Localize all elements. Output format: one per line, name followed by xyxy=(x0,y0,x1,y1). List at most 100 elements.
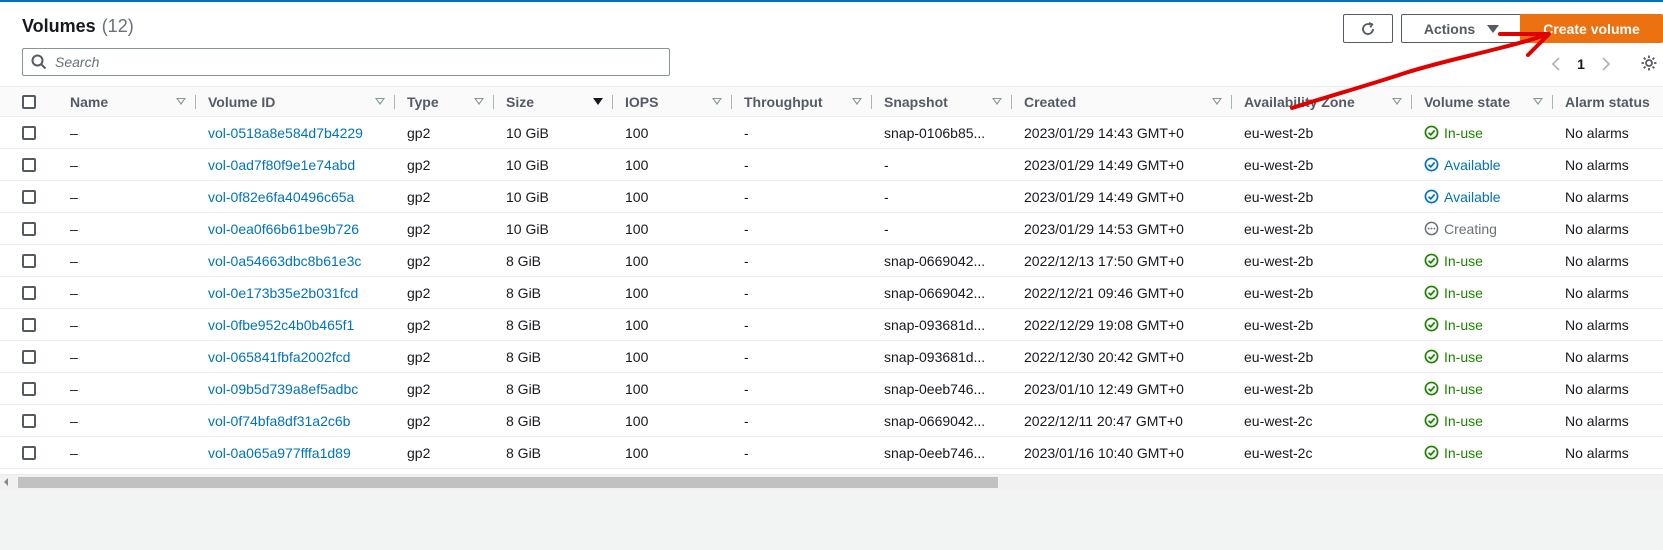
pagination: 1 xyxy=(1544,53,1618,75)
sort-icon xyxy=(1533,98,1543,105)
availability-zone: eu-west-2b xyxy=(1244,316,1314,333)
volume-id-link[interactable]: vol-0fbe952c4b0b465f1 xyxy=(208,317,354,333)
row-checkbox[interactable] xyxy=(22,413,36,428)
volume-created: 2022/12/11 20:47 GMT+0 xyxy=(1024,412,1183,429)
volume-name: – xyxy=(70,316,78,333)
volume-throughput: - xyxy=(744,412,749,429)
volume-count: (12) xyxy=(101,16,134,36)
row-checkbox[interactable] xyxy=(22,221,36,236)
column-header-size[interactable]: Size xyxy=(494,86,613,117)
table-row[interactable]: – vol-0f82e6fa40496c65a gp2 10 GiB 100 - - 2023… xyxy=(0,180,1663,213)
volume-state: In-use xyxy=(1424,253,1483,269)
scroll-left-arrow-icon[interactable] xyxy=(4,478,8,486)
availability-zone: eu-west-2b xyxy=(1244,380,1314,397)
volume-id-link[interactable]: vol-0e173b35e2b031fcd xyxy=(208,285,358,301)
alarm-status: No alarms xyxy=(1565,316,1629,333)
volume-id-link[interactable]: vol-0f74bfa8df31a2c6b xyxy=(208,413,350,429)
row-checkbox[interactable] xyxy=(22,189,36,204)
row-checkbox[interactable] xyxy=(22,125,36,140)
current-page[interactable]: 1 xyxy=(1568,56,1594,72)
volume-size: 8 GiB xyxy=(506,444,542,461)
column-header-iops[interactable]: IOPS xyxy=(613,86,732,117)
search-input[interactable] xyxy=(55,50,655,74)
table-header-row: Name Volume ID Type Size IOPS Throughput… xyxy=(0,86,1663,117)
volume-id-link[interactable]: vol-0a065a977fffa1d89 xyxy=(208,445,351,461)
select-all-checkbox[interactable] xyxy=(22,94,36,109)
volume-throughput: - xyxy=(744,156,749,173)
refresh-button[interactable] xyxy=(1343,14,1393,43)
column-header-alarm-status[interactable]: Alarm status xyxy=(1553,86,1663,117)
table-row[interactable]: – vol-09b5d739a8ef5adbc gp2 8 GiB 100 - snap-0… xyxy=(0,372,1663,405)
volume-type: gp2 xyxy=(407,284,431,301)
volume-size: 8 GiB xyxy=(506,380,542,397)
volume-snapshot: snap-0669042... xyxy=(884,252,986,269)
table-row[interactable]: – vol-0518a8e584d7b4229 gp2 10 GiB 100 - snap-… xyxy=(0,116,1663,149)
volume-type: gp2 xyxy=(407,220,431,237)
search-box[interactable] xyxy=(22,48,670,76)
table-row[interactable]: – vol-065841fbfa2002fcd gp2 8 GiB 100 - snap-0… xyxy=(0,340,1663,373)
volume-state: In-use xyxy=(1424,285,1483,301)
volume-name: – xyxy=(70,348,78,365)
volume-id-link[interactable]: vol-0f82e6fa40496c65a xyxy=(208,189,354,205)
page-title: Volumes xyxy=(22,16,96,36)
volume-id-link[interactable]: vol-065841fbfa2002fcd xyxy=(208,349,350,365)
caret-down-icon xyxy=(1487,24,1500,33)
row-checkbox[interactable] xyxy=(22,157,36,172)
volume-type: gp2 xyxy=(407,316,431,333)
table-row[interactable]: – vol-0e173b35e2b031fcd gp2 8 GiB 100 - snap-0… xyxy=(0,276,1663,309)
volume-snapshot: snap-0669042... xyxy=(884,412,986,429)
volume-state-label: In-use xyxy=(1444,284,1483,301)
column-header-created[interactable]: Created xyxy=(1012,86,1232,117)
volume-snapshot: - xyxy=(884,220,889,237)
volume-id-link[interactable]: vol-0ea0f66b61be9b726 xyxy=(208,221,359,237)
volume-state: Available xyxy=(1424,189,1501,205)
volume-id-link[interactable]: vol-0ad7f80f9e1e74abd xyxy=(208,157,355,173)
availability-zone: eu-west-2b xyxy=(1244,348,1314,365)
preferences-button[interactable] xyxy=(1638,52,1660,74)
volume-snapshot: snap-0eeb746... xyxy=(884,380,986,397)
scrollbar-thumb[interactable] xyxy=(18,477,998,488)
sort-icon xyxy=(992,98,1002,105)
row-checkbox[interactable] xyxy=(22,317,36,332)
column-header-availability-zone[interactable]: Availability Zone xyxy=(1232,86,1412,117)
alarm-status: No alarms xyxy=(1565,380,1629,397)
column-header-volume-id[interactable]: Volume ID xyxy=(196,86,395,117)
row-checkbox[interactable] xyxy=(22,285,36,300)
volume-snapshot: - xyxy=(884,156,889,173)
create-volume-button[interactable]: Create volume xyxy=(1520,14,1663,43)
volume-size: 10 GiB xyxy=(506,124,549,141)
check-circle-icon xyxy=(1424,317,1439,332)
table-row[interactable]: – vol-0a065a977fffa1d89 gp2 8 GiB 100 - snap-0… xyxy=(0,436,1663,469)
column-header-snapshot[interactable]: Snapshot xyxy=(872,86,1012,117)
gear-icon xyxy=(1641,55,1657,71)
row-checkbox[interactable] xyxy=(22,445,36,460)
volume-state-label: Creating xyxy=(1444,220,1497,237)
volume-id-link[interactable]: vol-0a54663dbc8b61e3c xyxy=(208,253,361,269)
volume-name: – xyxy=(70,284,78,301)
table-row[interactable]: – vol-0f74bfa8df31a2c6b gp2 8 GiB 100 - snap-0… xyxy=(0,404,1663,437)
next-page-button[interactable] xyxy=(1594,53,1618,75)
row-checkbox[interactable] xyxy=(22,349,36,364)
table-row[interactable]: – vol-0fbe952c4b0b465f1 gp2 8 GiB 100 - snap-0… xyxy=(0,308,1663,341)
volume-id-link[interactable]: vol-0518a8e584d7b4229 xyxy=(208,125,363,141)
table-row[interactable]: – vol-0a54663dbc8b61e3c gp2 8 GiB 100 - snap-0… xyxy=(0,244,1663,277)
column-header-name[interactable]: Name xyxy=(58,86,196,117)
actions-button[interactable]: Actions xyxy=(1401,14,1522,43)
column-header-volume-state[interactable]: Volume state xyxy=(1412,86,1553,117)
volume-iops: 100 xyxy=(625,220,649,237)
volume-throughput: - xyxy=(744,348,749,365)
row-checkbox[interactable] xyxy=(22,253,36,268)
column-header-type[interactable]: Type xyxy=(395,86,494,117)
previous-page-button[interactable] xyxy=(1544,53,1568,75)
top-rule xyxy=(0,0,1663,2)
volume-size: 8 GiB xyxy=(506,348,542,365)
page-header: Volumes (12) xyxy=(22,16,134,44)
row-checkbox[interactable] xyxy=(22,381,36,396)
horizontal-scrollbar[interactable] xyxy=(0,474,1663,490)
table-row[interactable]: – vol-0ad7f80f9e1e74abd gp2 10 GiB 100 - - 2023… xyxy=(0,148,1663,181)
volume-size: 8 GiB xyxy=(506,284,542,301)
availability-zone: eu-west-2c xyxy=(1244,412,1313,429)
column-header-throughput[interactable]: Throughput xyxy=(732,86,872,117)
volume-id-link[interactable]: vol-09b5d739a8ef5adbc xyxy=(208,381,358,397)
table-row[interactable]: – vol-0ea0f66b61be9b726 gp2 10 GiB 100 - - 2023… xyxy=(0,212,1663,245)
